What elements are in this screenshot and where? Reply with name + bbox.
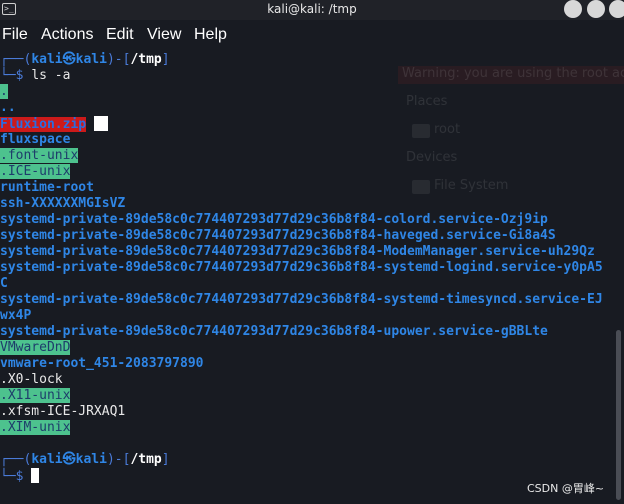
prompt-line: ┌──(kali㉿kali)-[/tmp]	[0, 52, 170, 67]
prompt-user: kali	[31, 52, 63, 67]
list-item-name: ..	[0, 100, 16, 115]
command-line-2[interactable]: └─$	[0, 468, 40, 484]
list-item: systemd-private-89de58c0c774407293d77d29…	[0, 244, 595, 260]
list-item-name: systemd-private-89de58c0c774407293d77d29…	[0, 212, 548, 227]
list-item: Fluxion.zip	[0, 116, 108, 132]
list-item: vmware-root_451-2083797890	[0, 356, 204, 372]
list-item: systemd-private-89de58c0c774407293d77d29…	[0, 324, 548, 340]
list-item: C	[0, 276, 8, 292]
list-item: .xfsm-ICE-JRXAQ1	[0, 404, 125, 420]
prompt-host-2: kali	[75, 452, 107, 467]
window-title: kali@kali: /tmp	[267, 2, 357, 16]
list-item: systemd-private-89de58c0c774407293d77d29…	[0, 260, 603, 276]
close-button[interactable]	[609, 0, 624, 18]
title-bar[interactable]: >_ kali@kali: /tmp	[0, 0, 624, 20]
list-item: .font-unix	[0, 148, 79, 164]
list-item-name: systemd-private-89de58c0c774407293d77d29…	[0, 228, 556, 243]
list-item-name: Fluxion.zip	[0, 117, 87, 132]
prompt-host: kali	[75, 52, 107, 67]
list-item: runtime-root	[0, 180, 94, 196]
list-item: VMwareDnD	[0, 340, 71, 356]
list-item-name: .X11-unix	[0, 388, 71, 403]
menu-bar: File Actions Edit View Help	[0, 20, 624, 50]
list-item-name: runtime-root	[0, 180, 94, 195]
maximize-button[interactable]	[587, 0, 605, 18]
list-item-name: .	[0, 84, 8, 99]
menu-actions[interactable]: Actions	[41, 26, 93, 44]
prompt-symbol: ㉿	[62, 52, 76, 67]
prompt-symbol-2: ㉿	[62, 452, 76, 467]
watermark: CSDN @胃峰~	[527, 482, 605, 495]
menu-edit[interactable]: Edit	[106, 26, 134, 44]
list-item: ..	[0, 100, 16, 116]
prompt-user-2: kali	[31, 452, 63, 467]
list-item-name: VMwareDnD	[0, 340, 71, 355]
list-item: fluxspace	[0, 132, 70, 148]
prompt-line-2: ┌──(kali㉿kali)-[/tmp]	[0, 452, 170, 467]
list-item: .ICE-unix	[0, 164, 71, 180]
list-item: .X11-unix	[0, 388, 71, 404]
list-item: systemd-private-89de58c0c774407293d77d29…	[0, 292, 603, 308]
list-item: .XIM-unix	[0, 420, 71, 436]
list-item: wx4P	[0, 308, 31, 324]
command-line: └─$ ls -a	[0, 68, 71, 83]
menu-help[interactable]: Help	[194, 26, 227, 44]
list-item-name: vmware-root_451-2083797890	[0, 356, 204, 371]
terminal-output[interactable]: ┌──(kali㉿kali)-[/tmp] └─$ ls -a ... Fluxi…	[0, 50, 614, 504]
list-item: .X0-lock	[0, 372, 63, 388]
list-item: ssh-XXXXXXMGIsVZ	[0, 196, 125, 212]
list-item-name: .XIM-unix	[0, 420, 71, 435]
list-item-name: systemd-private-89de58c0c774407293d77d29…	[0, 292, 603, 307]
list-item-name: fluxspace	[0, 132, 71, 147]
list-item-name: ssh-XXXXXXMGIsVZ	[0, 196, 126, 211]
list-item: systemd-private-89de58c0c774407293d77d29…	[0, 212, 548, 228]
list-item: .	[0, 84, 8, 100]
list-item: systemd-private-89de58c0c774407293d77d29…	[0, 228, 556, 244]
command-text: ls -a	[31, 68, 71, 83]
list-item-name: wx4P	[0, 308, 32, 323]
terminal-window: File Edit View Go Warning: you are using…	[0, 0, 624, 504]
scrollbar[interactable]	[616, 330, 621, 500]
prompt-path-2: /tmp	[130, 452, 162, 467]
list-item-name: .font-unix	[0, 148, 79, 163]
list-item-name: .X0-lock	[0, 372, 63, 387]
highlight-block	[93, 116, 108, 131]
list-item-name: systemd-private-89de58c0c774407293d77d29…	[0, 260, 603, 275]
list-item-name: .ICE-unix	[0, 164, 71, 179]
minimize-button[interactable]	[564, 0, 582, 18]
menu-file[interactable]: File	[2, 26, 28, 44]
text-cursor	[31, 468, 40, 483]
list-item-name: systemd-private-89de58c0c774407293d77d29…	[0, 324, 548, 339]
menu-view[interactable]: View	[147, 26, 181, 44]
prompt-path: /tmp	[130, 52, 162, 67]
list-item-name: .xfsm-ICE-JRXAQ1	[0, 404, 126, 419]
list-item-name: systemd-private-89de58c0c774407293d77d29…	[0, 244, 595, 259]
list-item-name: C	[0, 276, 8, 291]
